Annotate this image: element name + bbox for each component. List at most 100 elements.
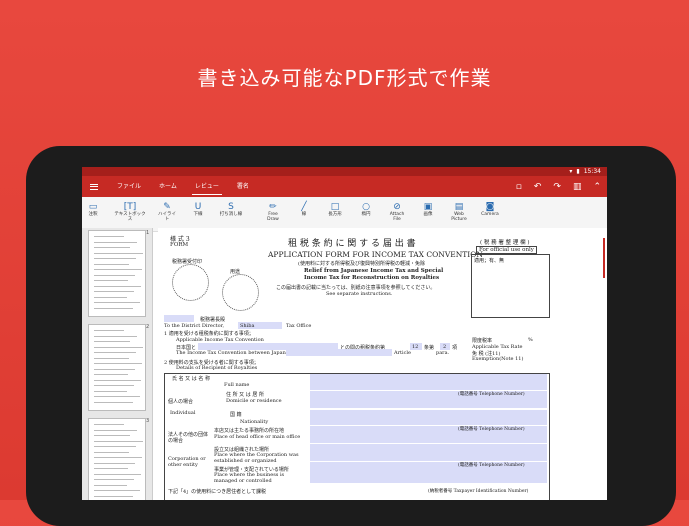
full-name-ja: 氏 名 又 は 名 称 — [172, 376, 210, 382]
telephone-label-3: (電話番号 Telephone Number) — [458, 463, 525, 468]
thumbnail-line — [94, 280, 128, 281]
tab-file[interactable]: ファイル — [108, 176, 150, 197]
individual-en: Individual — [170, 410, 196, 416]
textbox-icon: [T] — [123, 201, 137, 212]
thumbnail-line — [94, 296, 127, 298]
thumbnail-line — [94, 490, 140, 491]
camera-icon: ◙ — [485, 201, 495, 212]
tab-home[interactable]: ホーム — [150, 176, 186, 197]
thumbnail-line — [94, 291, 134, 292]
form-subtitle-3: Income Tax for Reconstruction on Royalti… — [304, 275, 440, 281]
stamp-circle-1 — [172, 264, 209, 301]
ribbon-label: 長方形 — [328, 212, 342, 217]
ribbon-label: Camera — [481, 212, 499, 217]
ellipse-icon: ○ — [362, 201, 370, 212]
thumbnail-line — [94, 473, 141, 475]
thumbnail-line — [94, 346, 143, 348]
thumbnail-line — [94, 247, 130, 248]
established-en: Place where the Corporation was establis… — [214, 452, 299, 464]
ribbon-button-web-picture[interactable]: ▤ Web Picture — [448, 201, 470, 223]
stamp-circle-2 — [222, 274, 259, 311]
vertical-scrollbar[interactable] — [603, 238, 605, 278]
item1-convention-en: The Income Tax Convention between Japan … — [176, 350, 297, 356]
ribbon-button-underline[interactable]: U 下線 — [187, 201, 209, 218]
attach-file-icon: ⊘ — [393, 201, 401, 212]
thumbnail-line — [94, 302, 140, 303]
app-screen: ▾ ▮ 15:34 ファイル ホーム レビュー 署名 ▫ ↶ ↷ ▥ ⌃ ▭ 注釈… — [82, 167, 607, 500]
web-picture-icon: ▤ — [454, 201, 464, 212]
ribbon-label: 線 — [301, 212, 307, 217]
instruction-note-en: See separate instructions. — [326, 291, 393, 297]
ribbon-button-freedraw[interactable]: ✏ Free Draw — [262, 201, 284, 223]
full-name-field[interactable] — [310, 374, 547, 390]
form-subtitle-2: Relief from Japanese Income Tax and Spec… — [304, 268, 444, 274]
redo-icon[interactable]: ↷ — [553, 182, 561, 192]
page-number-2: 2 — [146, 324, 150, 330]
district-director-ja: 税務署長殿 — [200, 317, 226, 323]
thumbnail-line — [94, 352, 136, 353]
ribbon-button-strikethrough[interactable]: S 打ち消し線 — [218, 201, 244, 218]
pdf-page[interactable]: 様 式 3 FORM 租 税 条 約 に 関 す る 届 出 書 APPLICA… — [158, 228, 607, 500]
thumbnail-line — [94, 396, 140, 397]
treaty-country-en-field[interactable] — [286, 349, 392, 356]
official-use-en: For official use only — [476, 246, 537, 254]
instruction-note-ja: この届出書の記載に当たっては、別紙の注意事項を参照してください。 — [276, 285, 436, 291]
managed-en: Place where the business is managed or c… — [214, 472, 285, 484]
thumbnail-line — [94, 468, 128, 469]
hamburger-menu-icon[interactable] — [90, 183, 98, 190]
telephone-label-1: (電話番号 Telephone Number) — [458, 392, 525, 397]
undo-icon[interactable]: ↶ — [534, 182, 542, 192]
thumbnail-line — [94, 484, 127, 486]
thumbnail-line — [94, 440, 143, 442]
ribbon-button-textbox[interactable]: [T] テキストボックス — [113, 201, 147, 223]
wifi-icon: ▾ — [569, 168, 573, 175]
nationality-ja: 国 籍 — [230, 412, 242, 418]
telephone-label-2: (電話番号 Telephone Number) — [458, 427, 525, 432]
thumbnail-line — [94, 368, 135, 370]
tax-office-highlight[interactable] — [164, 315, 194, 322]
ribbon-button-comment[interactable]: ▭ 注釈 — [82, 201, 104, 218]
thumbnail-line — [94, 263, 129, 265]
ribbon-button-image[interactable]: ▣ 画像 — [417, 201, 439, 218]
status-bar: ▾ ▮ 15:34 — [82, 167, 607, 176]
ribbon-button-ellipse[interactable]: ○ 楕円 — [355, 201, 377, 218]
established-field[interactable] — [310, 444, 547, 461]
chevron-up-icon[interactable]: ⌃ — [593, 182, 601, 192]
ribbon-button-camera[interactable]: ◙ Camera — [479, 201, 501, 218]
ribbon-label: 楕円 — [361, 212, 371, 217]
resident-taxation-ja: 下記「4」の使用料につき居住者として課税 — [168, 489, 267, 495]
nationality-field[interactable] — [310, 410, 547, 425]
thumbnail-line — [94, 495, 133, 497]
thumbnail-line — [94, 307, 133, 309]
tab-sign[interactable]: 署名 — [228, 176, 258, 197]
head-office-ja: 本店又は主たる事務所の所在地 — [214, 428, 285, 434]
thumbnail-line — [94, 341, 130, 342]
tab-review[interactable]: レビュー — [186, 176, 228, 197]
tax-rate-percent: % — [528, 337, 533, 343]
item2-title-en: Details of Recipient of Royalties — [176, 365, 258, 371]
thumbnail-line — [94, 269, 142, 270]
ribbon-button-line[interactable]: ╱ 線 — [293, 201, 315, 218]
ribbon-label: テキストボックス — [114, 212, 146, 222]
nationality-en: Nationality — [240, 419, 269, 425]
battery-icon: ▮ — [576, 168, 580, 175]
ribbon-label: 打ち消し線 — [219, 212, 243, 217]
ribbon-button-attach-file[interactable]: ⊘ Attach File — [386, 201, 408, 223]
ribbon-button-rectangle[interactable]: □ 長方形 — [324, 201, 346, 218]
save-icon[interactable]: ▫ — [516, 182, 522, 192]
page-thumbnail-3[interactable] — [88, 418, 146, 500]
menu-bar: ファイル ホーム レビュー 署名 ▫ ↶ ↷ ▥ ⌃ — [82, 176, 607, 197]
highlight-icon: ✎ — [163, 201, 171, 212]
ribbon-button-highlight[interactable]: ✎ ハイライト — [156, 201, 178, 223]
comment-icon: ▭ — [88, 201, 98, 212]
thumbnail-line — [94, 379, 141, 381]
item1-title-ja: 1 適用を受ける租税条約に関する事項； — [164, 331, 254, 337]
page-thumbnail-2[interactable] — [88, 324, 146, 411]
page-thumbnail-1[interactable] — [88, 230, 146, 317]
tax-office-label: Tax Office — [286, 323, 312, 329]
thumbnail-line — [94, 462, 135, 464]
freedraw-icon: ✏ — [269, 201, 277, 212]
layout-icon[interactable]: ▥ — [573, 182, 582, 192]
thumbnail-line — [94, 258, 136, 259]
thumbnail-line — [94, 357, 129, 359]
